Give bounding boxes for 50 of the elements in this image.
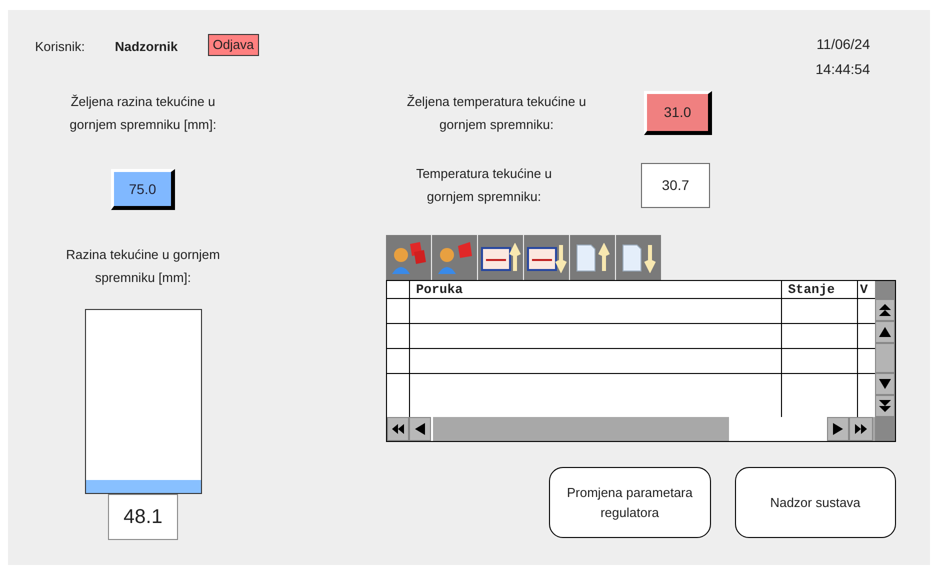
- page-up-arrow-icon: [574, 242, 612, 272]
- level-setpoint-button[interactable]: 75.0: [111, 169, 175, 210]
- sort-down-button[interactable]: [524, 235, 569, 280]
- sort-up-button[interactable]: [478, 235, 523, 280]
- left-arrow-icon: [415, 423, 425, 435]
- temperature-setpoint-label: Željena temperatura tekućine u gornjem spremniku:: [406, 93, 588, 134]
- scroll-bottom-button[interactable]: [875, 395, 895, 417]
- user-name: Nadzornik: [114, 38, 178, 56]
- person-bell-icon: [436, 240, 474, 276]
- table-up-arrow-icon: [480, 242, 520, 272]
- scroll-up-button[interactable]: [875, 321, 895, 343]
- page-up-button[interactable]: [570, 235, 615, 280]
- page-down-arrow-icon: [620, 242, 658, 272]
- table-down-arrow-icon: [526, 242, 566, 272]
- scroll-down-button[interactable]: [875, 373, 895, 395]
- scrollbar-corner: [875, 417, 895, 441]
- logout-button[interactable]: Odjava: [208, 34, 259, 56]
- table-row[interactable]: [387, 299, 875, 324]
- scroll-first-button[interactable]: [387, 417, 409, 441]
- scrollbar-corner: [875, 281, 895, 299]
- table-row[interactable]: [387, 349, 875, 374]
- column-header[interactable]: V: [858, 281, 875, 298]
- down-arrow-icon: [879, 379, 891, 389]
- person-bells-icon: [390, 240, 428, 276]
- double-down-arrow-icon: [879, 400, 891, 412]
- time-text: 14:44:54: [816, 60, 870, 79]
- vertical-scroll-thumb[interactable]: [875, 343, 895, 373]
- nav-button[interactable]: Promjena parametara regulatora: [549, 467, 710, 538]
- table-row[interactable]: [387, 324, 875, 349]
- page-down-button[interactable]: [616, 235, 661, 280]
- double-left-arrow-icon: [392, 424, 404, 434]
- scroll-top-button[interactable]: [875, 299, 895, 321]
- double-right-arrow-icon: [855, 424, 867, 434]
- up-arrow-icon: [879, 327, 891, 337]
- level-value: 48.1: [108, 494, 178, 540]
- temperature-value: 30.7: [641, 162, 710, 208]
- right-arrow-icon: [833, 423, 843, 435]
- level-reading-label: Razina tekućine u gornjem spremniku [mm]:: [65, 246, 221, 287]
- column-header[interactable]: Stanje: [782, 281, 858, 298]
- temperature-reading-label: Temperatura tekućine u gornjem spremniku:: [415, 165, 553, 206]
- scroll-right-button[interactable]: [827, 417, 849, 441]
- user-label: Korisnik:: [35, 38, 85, 56]
- scroll-left-button[interactable]: [409, 417, 431, 441]
- temperature-setpoint-button[interactable]: 31.0: [644, 91, 712, 135]
- column-header[interactable]: Poruka: [410, 281, 782, 298]
- level-setpoint-label: Željena razina tekućine u gornjem spremniku [mm]:: [68, 93, 218, 134]
- scroll-last-button[interactable]: [849, 417, 873, 441]
- nav-button[interactable]: Nadzor sustava: [734, 467, 896, 538]
- date-text: 11/06/24: [816, 35, 870, 54]
- double-up-arrow-icon: [879, 304, 891, 316]
